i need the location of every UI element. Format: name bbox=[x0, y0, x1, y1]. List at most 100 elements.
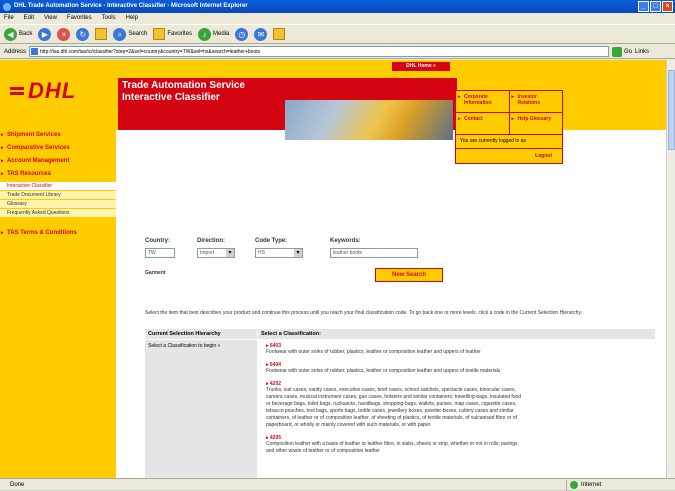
classification-description: Footwear with outer soles of rubber, pla… bbox=[266, 368, 501, 374]
status-text: Done bbox=[10, 482, 25, 488]
menu-tools[interactable]: Tools bbox=[102, 13, 116, 24]
maximize-button[interactable]: □ bbox=[650, 1, 661, 12]
page-title-line1: Trade Automation Service bbox=[122, 80, 245, 91]
nav-faq[interactable]: Frequently Asked Questions bbox=[0, 209, 116, 218]
minimize-button[interactable]: _ bbox=[638, 1, 649, 12]
codetype-label: Code Type: bbox=[255, 238, 288, 244]
dhl-logo[interactable]: DHL bbox=[9, 78, 76, 104]
nav-contact[interactable]: Contact bbox=[456, 113, 509, 134]
home-icon bbox=[95, 28, 108, 40]
classification-description: Trunks, suit cases, vanity cases, execut… bbox=[266, 387, 522, 428]
scrollbar-thumb[interactable] bbox=[668, 70, 675, 150]
media-label: Media bbox=[213, 31, 230, 37]
nav-help-glossary[interactable]: Help Glossary bbox=[508, 113, 563, 134]
refresh-icon: ↻ bbox=[76, 27, 90, 41]
toolbar: ◀ Back ▶ × ↻ ⌕ Search Favorites ♪ Media … bbox=[0, 24, 675, 44]
nav-account-management[interactable]: Account Management bbox=[0, 156, 116, 169]
window-title: DHL Trade Automation Service - Interacti… bbox=[14, 3, 248, 9]
address-bar: Address http://tas.dhl.com/tas/ic/iclass… bbox=[0, 45, 675, 59]
menu-edit[interactable]: Edit bbox=[24, 13, 34, 24]
nav-tas-terms[interactable]: TAS Terms & Conditions bbox=[0, 228, 116, 241]
page-title-line2: Interactive Classifier bbox=[122, 92, 220, 103]
classification-description: Footwear with outer soles of rubber, pla… bbox=[266, 349, 481, 355]
forward-arrow-icon: ▶ bbox=[38, 27, 52, 41]
header-photo bbox=[285, 100, 453, 140]
title-bar: DHL Trade Automation Service - Interacti… bbox=[0, 0, 675, 13]
mail-icon: ✉ bbox=[254, 27, 268, 41]
address-url: http://tas.dhl.com/tas/ic/iclassifier?st… bbox=[40, 49, 261, 55]
keywords-input[interactable]: leather boots bbox=[330, 248, 418, 258]
go-button[interactable]: Go bbox=[612, 46, 633, 57]
stop-icon: × bbox=[57, 27, 71, 41]
country-field[interactable]: TW bbox=[145, 248, 175, 258]
close-button[interactable]: × bbox=[662, 1, 673, 12]
nav-glossary[interactable]: Glossary bbox=[0, 200, 116, 209]
nav-interactive-classifier[interactable]: Interactive Classifier bbox=[0, 182, 116, 191]
classification-column-header: Select a Classification: bbox=[257, 329, 655, 339]
print-button[interactable] bbox=[273, 28, 286, 40]
nav-corporate-information[interactable]: Corporate Information bbox=[456, 91, 509, 112]
direction-label: Direction: bbox=[197, 238, 226, 244]
zone-label: Internet bbox=[581, 482, 602, 488]
search-button[interactable]: ⌕ Search bbox=[113, 27, 148, 41]
favorites-button[interactable]: Favorites bbox=[153, 28, 192, 40]
media-icon: ♪ bbox=[198, 27, 212, 41]
nav-shipment-services[interactable]: Shipment Services bbox=[0, 130, 116, 143]
nav-tas-resources[interactable]: TAS Resources bbox=[0, 169, 116, 182]
browser-window: DHL Trade Automation Service - Interacti… bbox=[0, 0, 675, 490]
page-icon bbox=[31, 48, 39, 55]
web-page: DHL Trade Automation Service Interactive… bbox=[0, 60, 666, 478]
refresh-button[interactable]: ↻ bbox=[76, 27, 90, 41]
stop-button[interactable]: × bbox=[57, 27, 71, 41]
address-input[interactable]: http://tas.dhl.com/tas/ic/iclassifier?st… bbox=[29, 46, 610, 57]
globe-icon bbox=[570, 481, 578, 489]
garment-label: Garment bbox=[145, 270, 166, 276]
address-label: Address bbox=[4, 48, 27, 55]
menu-favorites[interactable]: Favorites bbox=[67, 13, 92, 24]
mail-button[interactable]: ✉ bbox=[254, 27, 268, 41]
country-label: Country: bbox=[145, 238, 170, 244]
links-button[interactable]: Links bbox=[635, 49, 649, 55]
star-icon bbox=[153, 28, 166, 40]
list-item: 4205 Composition leather with a basis of… bbox=[266, 435, 647, 455]
menu-help[interactable]: Help bbox=[126, 13, 138, 24]
go-label: Go bbox=[624, 48, 633, 55]
history-button[interactable]: ◷ bbox=[235, 27, 249, 41]
list-item: 4202 Trunks, suit cases, vanity cases, e… bbox=[266, 381, 647, 429]
nav-comparative-services[interactable]: Comparative Services bbox=[0, 143, 116, 156]
list-item: 6403 Footwear with outer soles of rubber… bbox=[266, 343, 647, 356]
menu-bar: File Edit View Favorites Tools Help bbox=[0, 13, 675, 24]
keywords-label: Keywords: bbox=[330, 238, 361, 244]
codetype-select[interactable]: HS bbox=[255, 248, 303, 258]
direction-select[interactable]: Import bbox=[197, 248, 235, 258]
print-icon bbox=[273, 28, 286, 40]
home-button[interactable] bbox=[95, 28, 108, 40]
vertical-scrollbar[interactable] bbox=[666, 60, 675, 478]
menu-file[interactable]: File bbox=[4, 13, 14, 24]
main-content: Country: TW Direction: Import Code Type:… bbox=[125, 140, 665, 478]
go-arrow-icon bbox=[612, 46, 623, 57]
new-search-button[interactable]: New Search bbox=[375, 268, 443, 282]
ie-icon bbox=[3, 3, 11, 11]
window-controls: _ □ × bbox=[638, 1, 673, 12]
status-bar: Done Internet bbox=[0, 478, 675, 490]
nav-investor-relations[interactable]: Investor Relations bbox=[508, 91, 563, 112]
menu-view[interactable]: View bbox=[44, 13, 57, 24]
back-arrow-icon: ◀ bbox=[4, 27, 17, 41]
hierarchy-cell: Select a Classification to begin » bbox=[145, 340, 257, 478]
nav-trade-document-library[interactable]: Trade Document Library bbox=[0, 191, 116, 200]
back-button[interactable]: ◀ Back bbox=[4, 27, 33, 41]
forward-button[interactable]: ▶ bbox=[38, 27, 52, 41]
classification-table-header: Current Selection Hierarchy Select a Cla… bbox=[145, 329, 655, 339]
back-label: Back bbox=[19, 31, 33, 37]
dhl-home-button[interactable]: DHL Home » bbox=[392, 62, 450, 71]
media-button[interactable]: ♪ Media bbox=[198, 27, 230, 41]
history-icon: ◷ bbox=[235, 27, 249, 41]
page-title: Trade Automation Service Interactive Cla… bbox=[122, 80, 245, 104]
favorites-label: Favorites bbox=[167, 31, 193, 37]
hierarchy-column-header: Current Selection Hierarchy bbox=[148, 331, 221, 337]
search-label: Search bbox=[128, 31, 148, 37]
left-nav: Shipment Services Comparative Services A… bbox=[0, 130, 116, 478]
classification-list: 6403 Footwear with outer soles of rubber… bbox=[258, 340, 655, 478]
list-item: 6404 Footwear with outer soles of rubber… bbox=[266, 362, 647, 375]
